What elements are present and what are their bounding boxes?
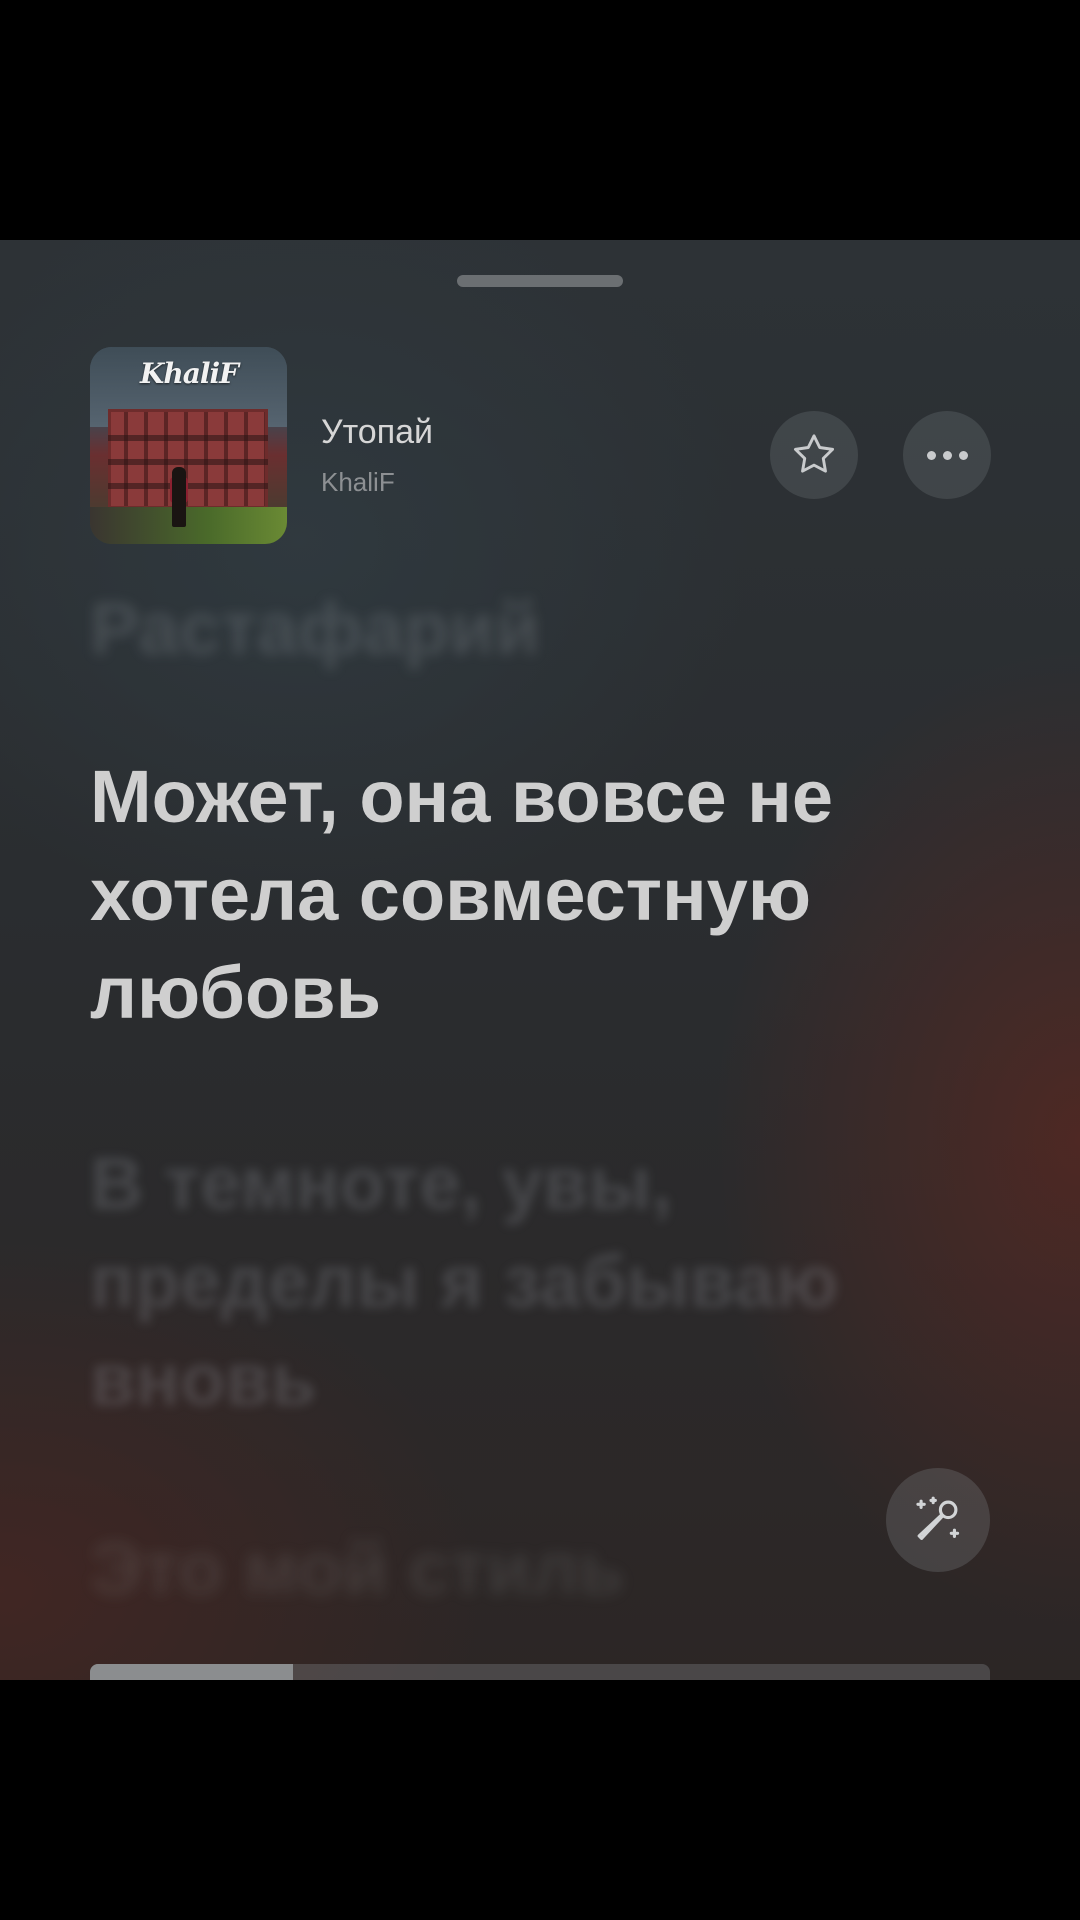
lyric-line-next[interactable]: В темноте, увы, пределы я забываю вновь <box>90 1135 990 1429</box>
playback-progress-fill <box>90 1664 294 1680</box>
sing-along-button[interactable] <box>886 1468 990 1572</box>
cover-windows <box>108 417 268 507</box>
lyric-line-upcoming[interactable]: Это мой стиль <box>90 1520 990 1618</box>
letterbox-bottom <box>0 1680 1080 1920</box>
more-options-button[interactable] <box>903 411 991 499</box>
cover-logo: KhaliF <box>140 357 239 390</box>
microphone-sparkle-icon <box>916 1496 960 1540</box>
lyric-line-previous[interactable]: Растафарий <box>90 580 990 678</box>
track-title[interactable]: Утопай <box>321 413 433 452</box>
cover-ground <box>90 507 287 544</box>
cover-figure-body <box>172 467 186 527</box>
sheet-grabber-handle[interactable] <box>457 275 623 287</box>
ellipsis-icon <box>926 450 968 460</box>
now-playing-sheet: KhaliF Утопай KhaliF Растафарий Может, о… <box>0 240 1080 1680</box>
lyric-line-current[interactable]: Может, она вовсе не хотела совместную лю… <box>90 748 990 1042</box>
playback-progress-bar[interactable] <box>90 1664 990 1680</box>
favorite-button[interactable] <box>770 411 858 499</box>
star-outline-icon <box>794 434 834 473</box>
track-artist[interactable]: KhaliF <box>321 467 395 498</box>
letterbox-top <box>0 0 1080 240</box>
album-cover[interactable]: KhaliF <box>90 347 287 544</box>
